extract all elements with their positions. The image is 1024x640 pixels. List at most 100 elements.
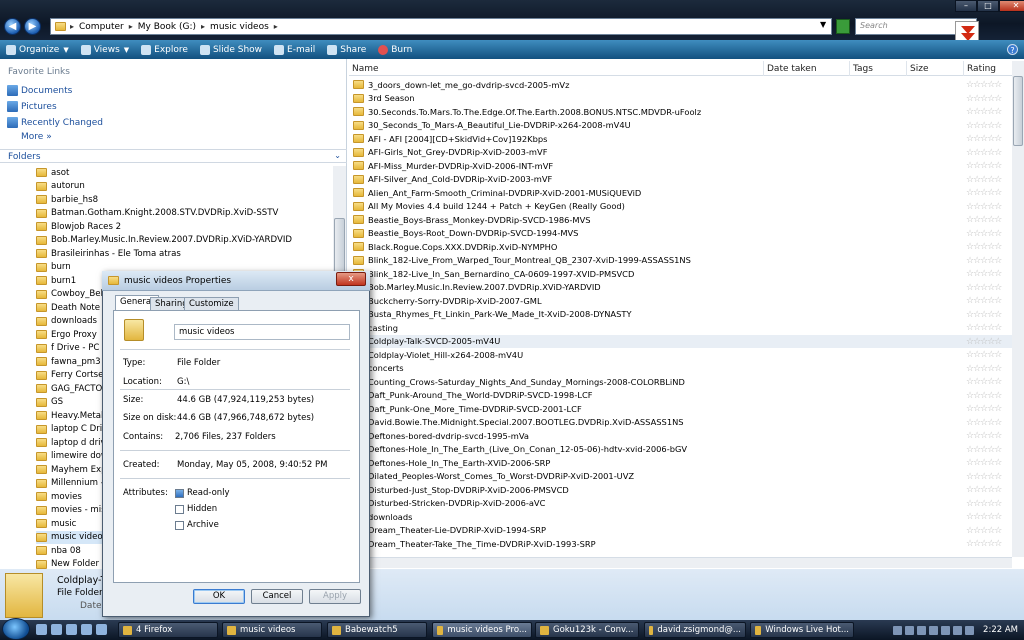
file-row[interactable]: Dream_Theater-Take_The_Time-DVDRiP-XviD-… xyxy=(349,537,1012,551)
file-row[interactable]: 3rd Season ☆☆☆☆☆ xyxy=(349,92,1012,106)
file-row[interactable]: Dream_Theater-Lie-DVDRiP-XviD-1994-SRP ☆☆… xyxy=(349,524,1012,538)
rating-stars[interactable]: ☆☆☆☆☆ xyxy=(966,283,1002,293)
file-row[interactable]: casting ☆☆☆☆☆ xyxy=(349,321,1012,335)
file-row[interactable]: Coldplay-Violet_Hill-x264-2008-mV4U ☆☆☆☆☆ xyxy=(349,348,1012,362)
favorite-recently-changed[interactable]: Recently Changed xyxy=(7,117,103,128)
folder-tree-scroll-thumb[interactable] xyxy=(334,218,345,273)
rating-stars[interactable]: ☆☆☆☆☆ xyxy=(966,242,1002,252)
rating-stars[interactable]: ☆☆☆☆☆ xyxy=(966,107,1002,117)
readonly-checkbox[interactable]: Read-only xyxy=(175,488,230,498)
folders-header[interactable]: Folders ⌄ xyxy=(0,149,347,163)
clock[interactable]: 2:22 AM xyxy=(983,625,1018,635)
rating-stars[interactable]: ☆☆☆☆☆ xyxy=(966,418,1002,428)
back-button[interactable]: ◀ xyxy=(4,18,21,35)
rating-stars[interactable]: ☆☆☆☆☆ xyxy=(966,485,1002,495)
network-icon[interactable] xyxy=(953,625,963,635)
views-button[interactable]: Views ▼ xyxy=(75,44,135,55)
rating-stars[interactable]: ☆☆☆☆☆ xyxy=(966,188,1002,198)
file-row[interactable]: Deftones-Hole_In_The_Earth_(Live_On_Cona… xyxy=(349,443,1012,457)
start-button[interactable] xyxy=(2,618,30,640)
rating-stars[interactable]: ☆☆☆☆☆ xyxy=(966,175,1002,185)
rating-stars[interactable]: ☆☆☆☆☆ xyxy=(966,431,1002,441)
tab-customize[interactable]: Customize xyxy=(184,297,239,311)
rating-stars[interactable]: ☆☆☆☆☆ xyxy=(966,391,1002,401)
file-row[interactable]: Deftones-bored-dvdrip-svcd-1995-mVa ☆☆☆☆☆ xyxy=(349,429,1012,443)
rating-stars[interactable]: ☆☆☆☆☆ xyxy=(966,148,1002,158)
switch-windows-icon[interactable] xyxy=(51,624,62,635)
file-row[interactable]: downloads ☆☆☆☆☆ xyxy=(349,510,1012,524)
quick-launch-icon[interactable] xyxy=(96,624,107,635)
email-button[interactable]: E-mail xyxy=(268,44,321,55)
refresh-icon[interactable] xyxy=(836,19,850,34)
address-bar[interactable]: ▸ Computer ▸ My Book (G:) ▸ music videos… xyxy=(50,18,832,35)
rating-stars[interactable]: ☆☆☆☆☆ xyxy=(966,458,1002,468)
slideshow-button[interactable]: Slide Show xyxy=(194,44,268,55)
file-row[interactable]: 30.Seconds.To.Mars.To.The.Edge.Of.The.Ea… xyxy=(349,105,1012,119)
taskbar-button[interactable]: Windows Live Hot... xyxy=(750,622,854,638)
tray-icon[interactable] xyxy=(929,625,939,635)
rating-stars[interactable]: ☆☆☆☆☆ xyxy=(966,337,1002,347)
file-row[interactable]: Beastie_Boys-Brass_Monkey-DVDRip-SVCD-19… xyxy=(349,213,1012,227)
more-link[interactable]: More » xyxy=(21,132,52,142)
column-date-taken[interactable]: Date taken xyxy=(767,64,817,74)
rating-stars[interactable]: ☆☆☆☆☆ xyxy=(966,121,1002,131)
maximize-button[interactable]: □ xyxy=(977,0,999,12)
rating-stars[interactable]: ☆☆☆☆☆ xyxy=(966,161,1002,171)
taskbar-button[interactable]: Goku123k - Conv... xyxy=(535,622,639,638)
taskbar-button[interactable]: music videos xyxy=(222,622,322,638)
hidden-checkbox[interactable]: Hidden xyxy=(175,504,217,514)
rating-stars[interactable]: ☆☆☆☆☆ xyxy=(966,526,1002,536)
column-rating[interactable]: Rating xyxy=(967,64,996,74)
minimize-button[interactable]: – xyxy=(955,0,977,12)
folder-tree-item[interactable]: Batman.Gotham.Knight.2008.STV.DVDRip.Xvi… xyxy=(36,207,333,220)
burn-button[interactable]: Burn xyxy=(372,44,418,55)
dialog-close-button[interactable]: x xyxy=(336,272,366,286)
rating-stars[interactable]: ☆☆☆☆☆ xyxy=(966,256,1002,266)
rating-stars[interactable]: ☆☆☆☆☆ xyxy=(966,202,1002,212)
column-tags[interactable]: Tags xyxy=(853,64,873,74)
rating-stars[interactable]: ☆☆☆☆☆ xyxy=(966,229,1002,239)
file-row[interactable]: 30_Seconds_To_Mars-A_Beautiful_Lie-DVDRi… xyxy=(349,119,1012,133)
rating-stars[interactable]: ☆☆☆☆☆ xyxy=(966,539,1002,549)
file-row[interactable]: Coldplay-Talk-SVCD-2005-mV4U ☆☆☆☆☆ xyxy=(349,334,1012,348)
file-row[interactable]: Dilated_Peoples-Worst_Comes_To_Worst-DVD… xyxy=(349,470,1012,484)
file-row[interactable]: AFI-Silver_And_Cold-DVDRip-XviD-2003-mVF… xyxy=(349,173,1012,187)
rating-stars[interactable]: ☆☆☆☆☆ xyxy=(966,323,1002,333)
favorite-pictures[interactable]: Pictures xyxy=(7,101,57,112)
file-row[interactable]: AFI - AFI [2004][CD+SkidVid+Cov]192Kbps ☆… xyxy=(349,132,1012,146)
tray-icon[interactable] xyxy=(941,625,951,635)
file-row[interactable]: AFI-Miss_Murder-DVDRip-XviD-2006-INT-mVF… xyxy=(349,159,1012,173)
file-row[interactable]: All My Movies 4.4 build 1244 + Patch + K… xyxy=(349,200,1012,214)
column-size[interactable]: Size xyxy=(910,64,928,74)
file-row[interactable]: Busta_Rhymes_Ft_Linkin_Park-We_Made_It-X… xyxy=(349,308,1012,322)
rating-stars[interactable]: ☆☆☆☆☆ xyxy=(966,134,1002,144)
file-row[interactable]: Black.Rogue.Cops.XXX.DVDRip.XviD-NYMPHO ☆… xyxy=(349,240,1012,254)
file-row[interactable]: AFI-Girls_Not_Grey-DVDRip-XviD-2003-mVF ☆… xyxy=(349,146,1012,160)
folder-tree-item[interactable]: Brasileirinhas - Ele Toma atras xyxy=(36,247,333,260)
archive-checkbox[interactable]: Archive xyxy=(175,520,219,530)
file-row[interactable]: David.Bowie.The.Midnight.Special.2007.BO… xyxy=(349,416,1012,430)
file-row[interactable]: Disturbed-Stricken-DVDRip-XviD-2006-aVC ☆… xyxy=(349,497,1012,511)
taskbar-button[interactable]: david.zsigmond@... xyxy=(644,622,746,638)
dialog-title-bar[interactable]: music videos Properties xyxy=(102,271,370,291)
forward-button[interactable]: ▶ xyxy=(24,18,41,35)
rating-stars[interactable]: ☆☆☆☆☆ xyxy=(966,364,1002,374)
file-row[interactable]: Bob.Marley.Music.In.Review.2007.DVDRip.X… xyxy=(349,281,1012,295)
cancel-button[interactable]: Cancel xyxy=(251,589,303,604)
rating-stars[interactable]: ☆☆☆☆☆ xyxy=(966,310,1002,320)
file-row[interactable]: Daft_Punk-Around_The_World-DVDRiP-SVCD-1… xyxy=(349,389,1012,403)
taskbar-button[interactable]: music videos Pro... xyxy=(432,622,532,638)
rating-stars[interactable]: ☆☆☆☆☆ xyxy=(966,499,1002,509)
rating-stars[interactable]: ☆☆☆☆☆ xyxy=(966,296,1002,306)
address-dropdown-icon[interactable]: ▼ xyxy=(820,20,826,29)
rating-stars[interactable]: ☆☆☆☆☆ xyxy=(966,350,1002,360)
file-list-scroll-thumb[interactable] xyxy=(1013,76,1023,146)
rating-stars[interactable]: ☆☆☆☆☆ xyxy=(966,215,1002,225)
rating-stars[interactable]: ☆☆☆☆☆ xyxy=(966,80,1002,90)
file-row[interactable]: 3_doors_down-let_me_go-dvdrip-svcd-2005-… xyxy=(349,78,1012,92)
breadcrumb-folder[interactable]: music videos xyxy=(205,22,274,32)
folder-tree-item[interactable]: asot xyxy=(36,166,333,179)
file-row[interactable]: Daft_Punk-One_More_Time-DVDRiP-SVCD-2001… xyxy=(349,402,1012,416)
file-row[interactable]: Disturbed-Just_Stop-DVDRiP-XviD-2006-PMS… xyxy=(349,483,1012,497)
folder-tree-item[interactable]: autorun xyxy=(36,180,333,193)
